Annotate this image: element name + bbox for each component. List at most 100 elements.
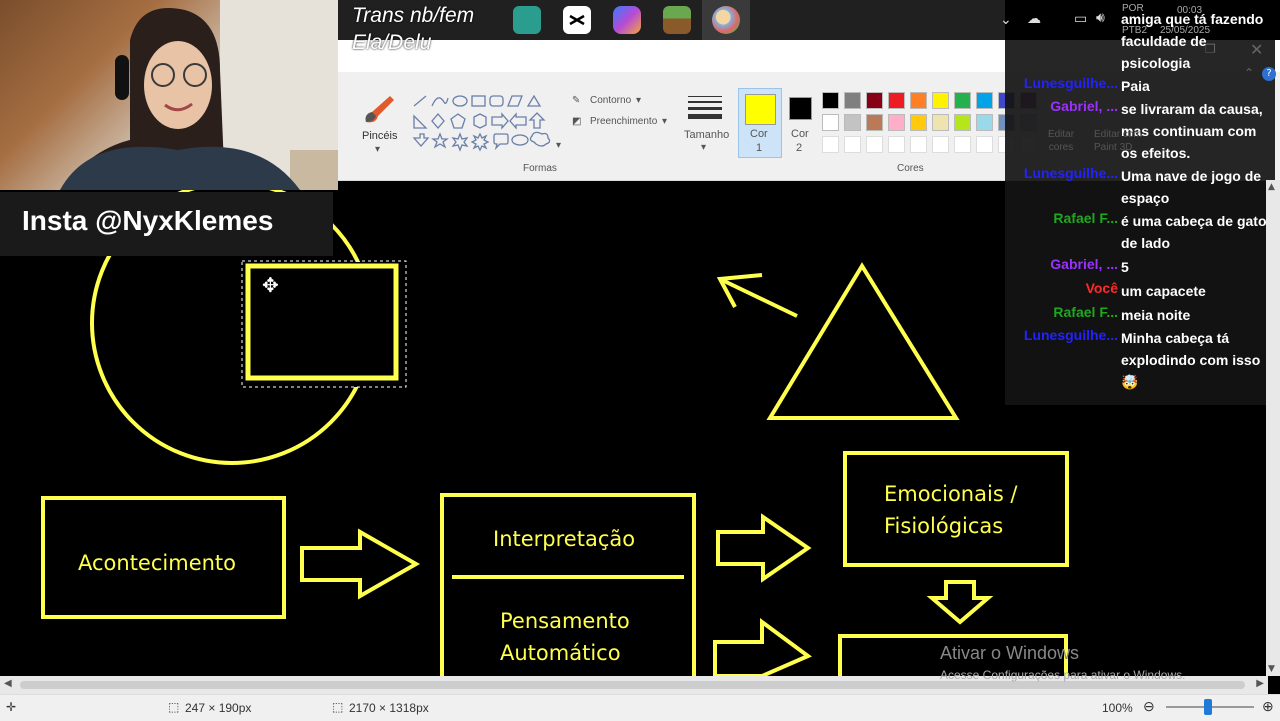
shapes-chevron-icon[interactable]: ▾ <box>556 140 561 151</box>
tray-chevron-icon[interactable]: ⌄ <box>1000 12 1012 28</box>
capcut-icon[interactable] <box>563 6 591 34</box>
fill-label[interactable]: Preenchimento <box>590 116 657 127</box>
palette-swatch[interactable] <box>888 92 905 109</box>
chat-text: um capacete <box>1121 283 1206 299</box>
canvas-size-icon: ⬚ <box>332 700 344 714</box>
chat-text: 5 <box>1121 259 1129 275</box>
cursor-position-icon: ✛ <box>6 700 17 714</box>
palette-swatch[interactable] <box>844 114 861 131</box>
shapes-group-label: Formas <box>523 163 557 174</box>
fill-bucket-icon[interactable]: ◩ <box>572 116 581 127</box>
move-cursor-icon: ✥ <box>262 273 279 297</box>
palette-swatch[interactable] <box>822 114 839 131</box>
palette-swatch[interactable] <box>844 92 861 109</box>
chat-text: Uma nave de jogo de espaço <box>1121 168 1262 206</box>
restore-window-icon[interactable]: ❐ <box>1205 42 1216 56</box>
palette-swatch[interactable] <box>866 114 883 131</box>
color1-num: 1 <box>756 142 763 154</box>
webcam-feed <box>0 0 338 190</box>
palette-empty-swatch[interactable] <box>866 136 883 153</box>
zoom-slider-thumb[interactable] <box>1204 699 1212 715</box>
palette-swatch[interactable] <box>954 92 971 109</box>
color2-num: 2 <box>796 142 803 154</box>
minecraft-icon[interactable] <box>663 6 691 34</box>
palette-swatch[interactable] <box>888 114 905 131</box>
scroll-left-icon[interactable]: ◀ <box>4 678 12 689</box>
chat-username: Gabriel, ... <box>1050 98 1118 114</box>
brush-icon[interactable] <box>360 92 398 126</box>
palette-swatch[interactable] <box>976 92 993 109</box>
palette-empty-swatch[interactable] <box>976 136 993 153</box>
size-label[interactable]: Tamanho <box>684 129 729 141</box>
pensamento-label-2: Automático <box>500 641 621 665</box>
discord-icon[interactable] <box>513 6 541 34</box>
chat-username: Lunesguilhe... <box>1023 75 1118 91</box>
palette-empty-swatch[interactable] <box>954 136 971 153</box>
status-bar: ✛ ⬚ 247 × 190px ⬚ 2170 × 1318px 100% ⊖ ⊕ <box>0 694 1280 721</box>
copilot-icon[interactable] <box>613 6 641 34</box>
outline-label[interactable]: Contorno <box>590 95 631 106</box>
color2-label: Cor <box>791 128 809 140</box>
palette-swatch[interactable] <box>954 114 971 131</box>
palette-swatch[interactable] <box>866 92 883 109</box>
interpretacao-label: Interpretação <box>493 527 636 551</box>
onedrive-icon[interactable]: ☁ <box>1027 11 1041 27</box>
close-window-icon[interactable]: ✕ <box>1250 40 1263 59</box>
chat-text: amiga que tá fazendo faculdade de psicol… <box>1121 11 1264 71</box>
palette-swatch[interactable] <box>976 114 993 131</box>
scroll-right-icon[interactable]: ▶ <box>1256 678 1264 689</box>
outline-pencil-icon[interactable]: ✎ <box>572 95 580 106</box>
arrow-right-1 <box>300 528 421 600</box>
colors-group-label: Cores <box>897 163 924 174</box>
network-icon[interactable]: ▭ <box>1074 11 1087 27</box>
chat-text: meia noite <box>1121 307 1191 323</box>
outline-chevron-icon[interactable]: ▾ <box>636 95 641 106</box>
edit-colors-label[interactable]: Editar cores <box>1046 128 1076 154</box>
palette-swatch[interactable] <box>932 92 949 109</box>
chat-username: Lunesguilhe... <box>1023 165 1118 181</box>
emocionais-label-1: Emocionais / <box>884 482 1018 506</box>
horizontal-scroll-thumb[interactable] <box>20 681 1245 689</box>
zoom-level: 100% <box>1102 701 1133 715</box>
selection-size: 247 × 190px <box>185 701 252 715</box>
scroll-down-icon[interactable]: ▼ <box>1268 664 1275 674</box>
color2-swatch[interactable] <box>789 97 812 120</box>
palette-empty-swatch[interactable] <box>822 136 839 153</box>
edit-paint3d-label[interactable]: Editar com Paint 3D <box>1094 128 1144 154</box>
palette-swatch[interactable] <box>910 114 927 131</box>
brushes-label[interactable]: Pincéis <box>362 130 397 142</box>
acontecimento-label: Acontecimento <box>78 551 237 575</box>
selection-size-icon: ⬚ <box>168 700 180 714</box>
insta-handle: Insta @NyxKlemes <box>22 205 274 236</box>
chat-username: Rafael F... <box>1053 304 1118 320</box>
pensamento-label-1: Pensamento <box>500 609 630 633</box>
palette-empty-swatch[interactable] <box>932 136 949 153</box>
chat-username: Lunesguilhe... <box>1023 327 1118 343</box>
help-icon[interactable]: ? <box>1262 67 1276 81</box>
canvas-size: 2170 × 1318px <box>349 701 429 715</box>
collapse-ribbon-icon[interactable]: ⌃ <box>1244 66 1254 80</box>
size-chevron-icon[interactable]: ▾ <box>701 142 706 153</box>
palette-swatch[interactable] <box>932 114 949 131</box>
pronouns-line1: Trans nb/fem <box>352 4 475 27</box>
palette-empty-swatch[interactable] <box>910 136 927 153</box>
zoom-out-icon[interactable]: ⊖ <box>1143 698 1155 715</box>
vertical-scrollbar[interactable]: ▲ ▼ <box>1266 180 1280 676</box>
fill-chevron-icon[interactable]: ▾ <box>662 116 667 127</box>
chevron-down-icon[interactable]: ▾ <box>375 144 380 155</box>
palette-empty-swatch[interactable] <box>888 136 905 153</box>
size-lines-icon[interactable] <box>688 96 722 119</box>
canvas-triangle <box>766 262 960 420</box>
arrow-right-2 <box>716 513 812 583</box>
paint-icon[interactable] <box>712 6 740 34</box>
activate-windows-subtitle: Acesse Configurações para ativar o Windo… <box>940 668 1186 682</box>
palette-swatch[interactable] <box>910 92 927 109</box>
shapes-gallery[interactable] <box>410 94 560 154</box>
emocionais-label-2: Fisiológicas <box>884 514 1004 538</box>
palette-empty-swatch[interactable] <box>844 136 861 153</box>
zoom-in-icon[interactable]: ⊕ <box>1262 698 1274 715</box>
scroll-up-icon[interactable]: ▲ <box>1268 182 1275 192</box>
volume-icon[interactable]: 🔊︎ <box>1096 10 1105 26</box>
palette-swatch[interactable] <box>822 92 839 109</box>
chat-username: Rafael F... <box>1053 210 1118 226</box>
